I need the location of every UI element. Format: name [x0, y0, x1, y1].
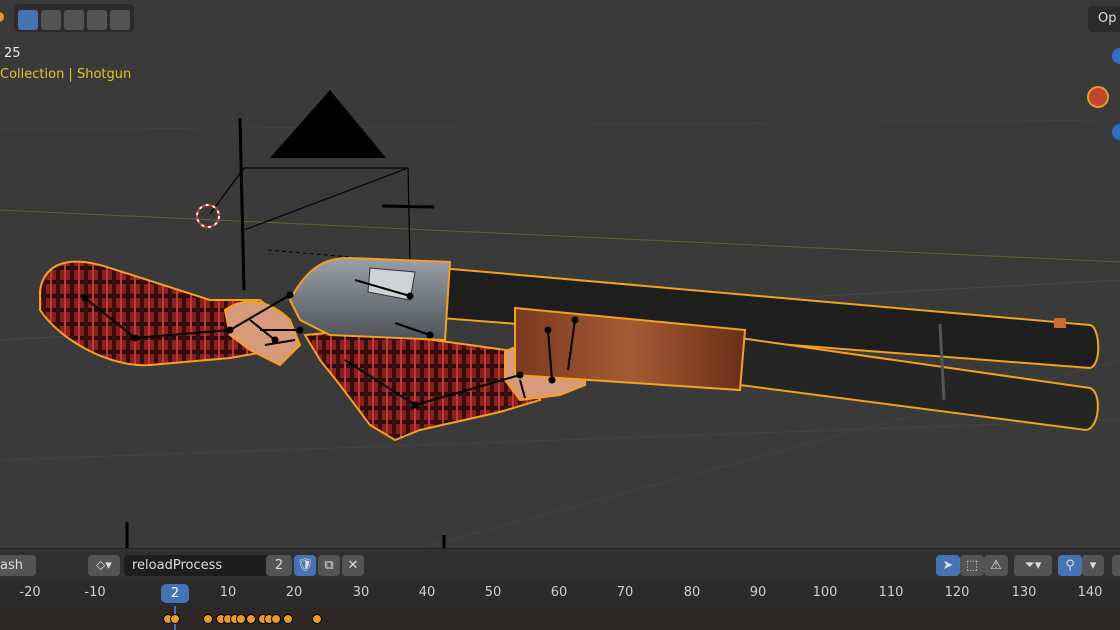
keyframe[interactable]: [170, 614, 180, 624]
tick-label: 90: [749, 585, 767, 600]
options-button[interactable]: Op: [1088, 6, 1120, 32]
camera-bone: [238, 117, 246, 291]
tick-label: 50: [484, 585, 502, 600]
grid-line: [0, 119, 1120, 131]
errors-warning-icon[interactable]: ⚠: [984, 555, 1008, 576]
select-intersect-icon[interactable]: [110, 10, 130, 30]
action-icon: ⬦▾: [96, 558, 112, 573]
push-down-button[interactable]: ash: [0, 555, 36, 576]
duplicate-action-icon[interactable]: ⧉: [318, 555, 340, 576]
keyframe[interactable]: [203, 614, 213, 624]
keyframe[interactable]: [312, 614, 322, 624]
overflow-button[interactable]: [1112, 555, 1120, 576]
grid-line: [0, 419, 1120, 461]
camera-frame: [244, 167, 411, 263]
tick-label: 70: [616, 585, 634, 600]
tick-label: 110: [878, 585, 904, 600]
fake-user-shield-icon[interactable]: 🛡: [294, 555, 316, 576]
keyframe[interactable]: [271, 614, 281, 624]
tick-label: 20: [285, 585, 303, 600]
keyframe[interactable]: [246, 614, 256, 624]
select-invert-icon[interactable]: [87, 10, 107, 30]
tick-label: 130: [1011, 585, 1037, 600]
tick-label: 40: [418, 585, 436, 600]
keyframe-summary-row[interactable]: [0, 606, 1120, 630]
tick-label: 120: [944, 585, 970, 600]
only-selected-icon[interactable]: ➤: [936, 555, 960, 576]
tick-label: 30: [352, 585, 370, 600]
timeline-ruler[interactable]: -20 -10 10 20 30 40 50 60 70 80 90 100 1…: [0, 580, 1120, 606]
tick-label: 80: [683, 585, 701, 600]
current-frame-indicator[interactable]: 2: [161, 584, 189, 603]
action-editor-header: ash ⬦▾ reloadProcess 2 🛡 ⧉ ✕ ➤ ⬚ ⚠ ⏷▾ ⚲ …: [0, 548, 1120, 581]
scene-canvas[interactable]: [0, 0, 1120, 548]
keyframe[interactable]: [283, 614, 293, 624]
light-bone: [381, 204, 435, 209]
front-sight: [1054, 318, 1066, 328]
camera-triangle: [270, 90, 386, 158]
x-axis-line: [0, 209, 1120, 263]
tick-label: -10: [84, 585, 106, 600]
action-browse-button[interactable]: ⬦▾: [88, 555, 120, 576]
snap-toggle-icon[interactable]: ⚲: [1058, 555, 1082, 576]
tick-label: 10: [219, 585, 237, 600]
tick-label: 140: [1077, 585, 1103, 600]
keyframe[interactable]: [236, 614, 246, 624]
select-extend-icon[interactable]: [41, 10, 61, 30]
snap-options-chevron-icon[interactable]: ▾: [1082, 555, 1104, 576]
filter-dropdown-icon[interactable]: ⏷▾: [1014, 555, 1052, 576]
select-box-new-icon[interactable]: [18, 10, 38, 30]
tick-label: 100: [812, 585, 838, 600]
gizmo-x-icon[interactable]: [1087, 86, 1109, 108]
unlink-action-icon[interactable]: ✕: [342, 555, 364, 576]
right-arm-mesh: [303, 328, 541, 442]
show-hidden-icon[interactable]: ⬚: [960, 555, 984, 576]
action-name-field[interactable]: reloadProcess: [124, 555, 272, 576]
frame-number: 25: [4, 46, 21, 61]
collection-label: Collection | Shotgun: [0, 67, 132, 82]
tick-label: -20: [19, 585, 41, 600]
select-mode-toolbar: [14, 4, 134, 32]
action-user-count: 2: [266, 555, 292, 576]
tick-label: 60: [550, 585, 568, 600]
3d-viewport[interactable]: 25 Collection | Shotgun Op: [0, 0, 1120, 548]
select-subtract-icon[interactable]: [64, 10, 84, 30]
